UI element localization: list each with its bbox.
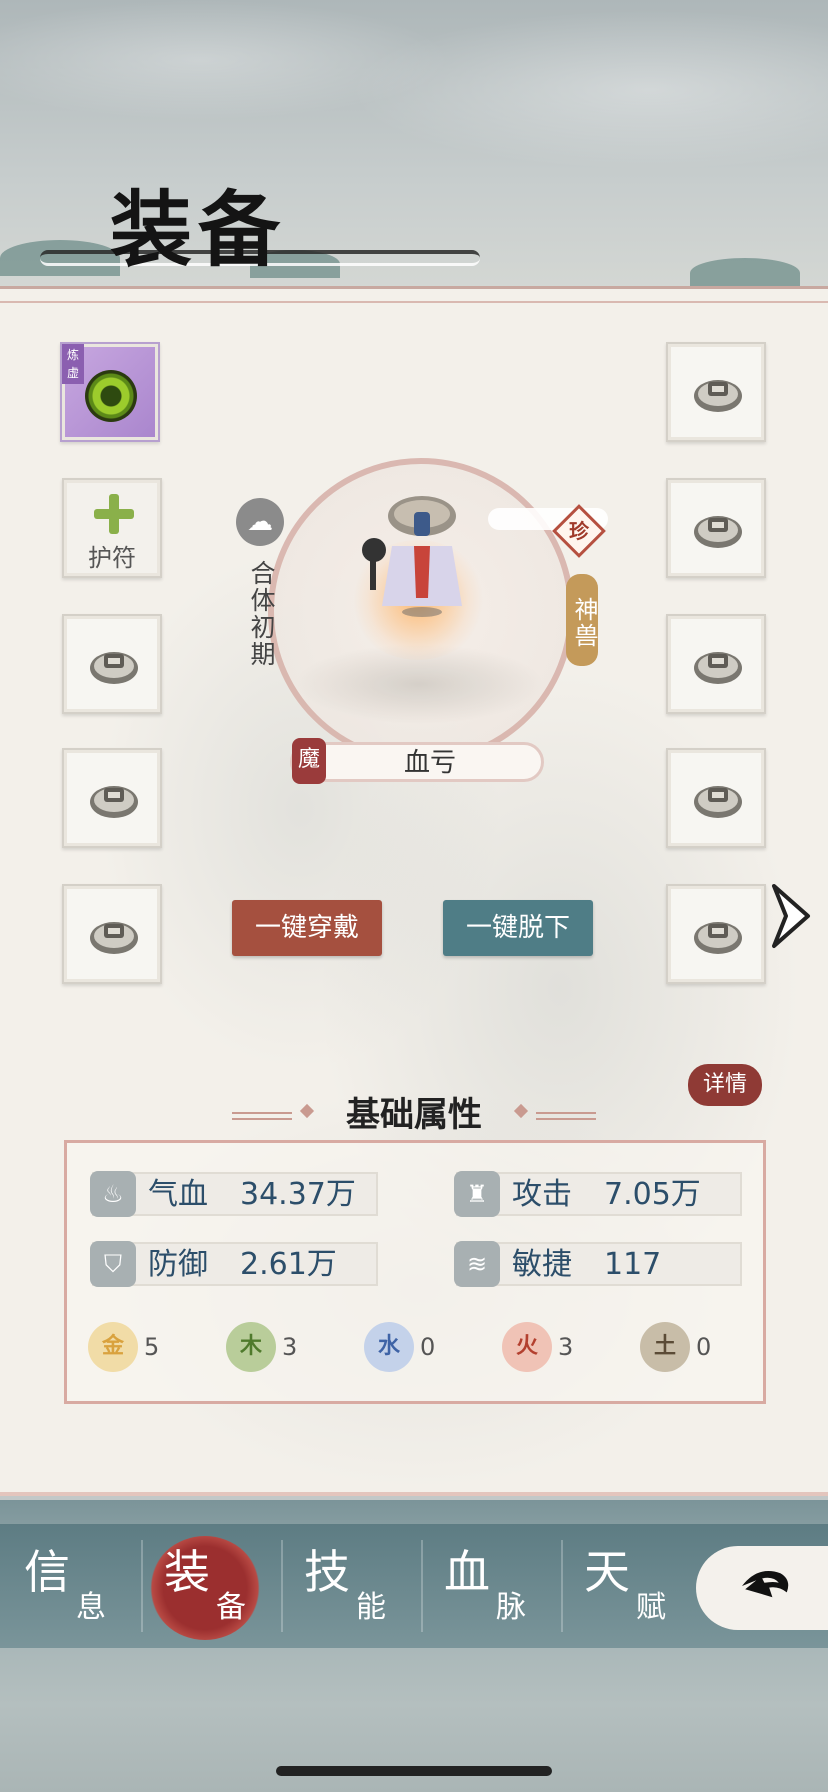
plus-icon <box>94 494 134 534</box>
element-value: 0 <box>420 1333 436 1361</box>
pine-decoration <box>690 258 800 288</box>
element-value: 3 <box>282 1333 298 1361</box>
detail-button[interactable]: 详情 <box>688 1064 762 1106</box>
wear-all-button[interactable]: 一键穿戴 <box>232 900 382 956</box>
lock-icon <box>90 922 138 954</box>
pet-figure[interactable] <box>362 488 472 618</box>
element-earth-icon: 土 <box>640 1322 690 1372</box>
stat-label: 敏捷 <box>512 1247 572 1282</box>
pet-category: 神兽 <box>566 574 598 666</box>
wing-icon: ≋ <box>454 1241 500 1287</box>
lock-icon <box>90 786 138 818</box>
element-value: 3 <box>558 1333 574 1361</box>
element-fire-icon: 火 <box>502 1322 552 1372</box>
tab-label: 装 <box>164 1545 210 1599</box>
tab-label: 天 <box>584 1545 630 1599</box>
slot-locked[interactable] <box>62 748 162 848</box>
tab-label: 信 <box>24 1545 70 1599</box>
tab-talent[interactable]: 天 赋 <box>560 1524 700 1648</box>
stat-label: 气血 <box>148 1177 208 1212</box>
tab-skills[interactable]: 技 能 <box>280 1524 420 1648</box>
slot-locked[interactable] <box>666 614 766 714</box>
slot-locked[interactable] <box>62 614 162 714</box>
stat-value: 34.37万 <box>240 1177 356 1212</box>
slot-locked[interactable] <box>62 884 162 984</box>
pet-name: 血亏 <box>403 748 456 778</box>
element-value: 0 <box>696 1333 712 1361</box>
stats-title: 基础属性 <box>346 1095 482 1135</box>
tab-sublabel: 赋 <box>636 1590 666 1625</box>
lock-icon <box>694 652 742 684</box>
pet-realm: 合体初期 <box>247 560 276 668</box>
page-title: 装备 <box>110 182 287 278</box>
rarity-label: 珍 <box>569 519 589 543</box>
lock-icon <box>694 516 742 548</box>
lock-icon <box>694 380 742 412</box>
slot-amulet[interactable]: 护符 <box>62 478 162 578</box>
element-value: 5 <box>144 1333 160 1361</box>
element-metal-icon: 金 <box>88 1322 138 1372</box>
stat-attack: ♜ 攻击 7.05万 <box>454 1171 742 1217</box>
element-wood-icon: 木 <box>226 1322 276 1372</box>
tab-info[interactable]: 信 息 <box>0 1524 140 1648</box>
stat-value: 117 <box>604 1247 662 1282</box>
gem-tag: 炼虚 <box>62 344 84 384</box>
slot-locked[interactable] <box>666 342 766 442</box>
tab-sublabel: 备 <box>216 1590 246 1625</box>
lock-icon <box>694 922 742 954</box>
jade-gem-icon <box>85 370 137 422</box>
remove-all-button[interactable]: 一键脱下 <box>443 900 593 956</box>
stat-value: 7.05万 <box>604 1177 701 1212</box>
home-indicator <box>276 1766 552 1776</box>
back-button[interactable] <box>696 1546 828 1630</box>
stat-label: 攻击 <box>512 1177 572 1212</box>
tab-sublabel: 息 <box>76 1590 106 1625</box>
stat-agility: ≋ 敏捷 117 <box>454 1241 742 1287</box>
slot-gem[interactable]: 炼虚 <box>60 342 160 442</box>
shield-icon: ⛉ <box>90 1241 136 1287</box>
cloud-icon: ☁ <box>236 498 284 546</box>
slot-locked[interactable] <box>666 478 766 578</box>
slot-locked[interactable] <box>666 748 766 848</box>
back-arrow-icon <box>742 1570 789 1598</box>
tab-label: 技 <box>304 1545 350 1599</box>
fist-icon: ♜ <box>454 1171 500 1217</box>
stat-hp: ♨ 气血 34.37万 <box>90 1171 378 1217</box>
chevron-right-icon[interactable] <box>768 880 816 952</box>
tab-equipment[interactable]: 装 备 <box>140 1524 280 1648</box>
pet-seal: 魔 <box>292 738 326 784</box>
tab-label: 血 <box>444 1545 490 1599</box>
stat-value: 2.61万 <box>240 1247 337 1282</box>
slot-locked[interactable] <box>666 884 766 984</box>
tab-sublabel: 能 <box>356 1590 386 1625</box>
amulet-label: 护符 <box>88 544 136 572</box>
droplet-icon: ♨ <box>90 1171 136 1217</box>
tab-sublabel: 脉 <box>496 1590 526 1625</box>
title-banner: 装备 <box>40 180 480 300</box>
lock-icon <box>694 786 742 818</box>
element-water-icon: 水 <box>364 1322 414 1372</box>
lock-icon <box>90 652 138 684</box>
stat-label: 防御 <box>148 1247 208 1282</box>
tab-bloodline[interactable]: 血 脉 <box>420 1524 560 1648</box>
stat-defense: ⛉ 防御 2.61万 <box>90 1241 378 1287</box>
